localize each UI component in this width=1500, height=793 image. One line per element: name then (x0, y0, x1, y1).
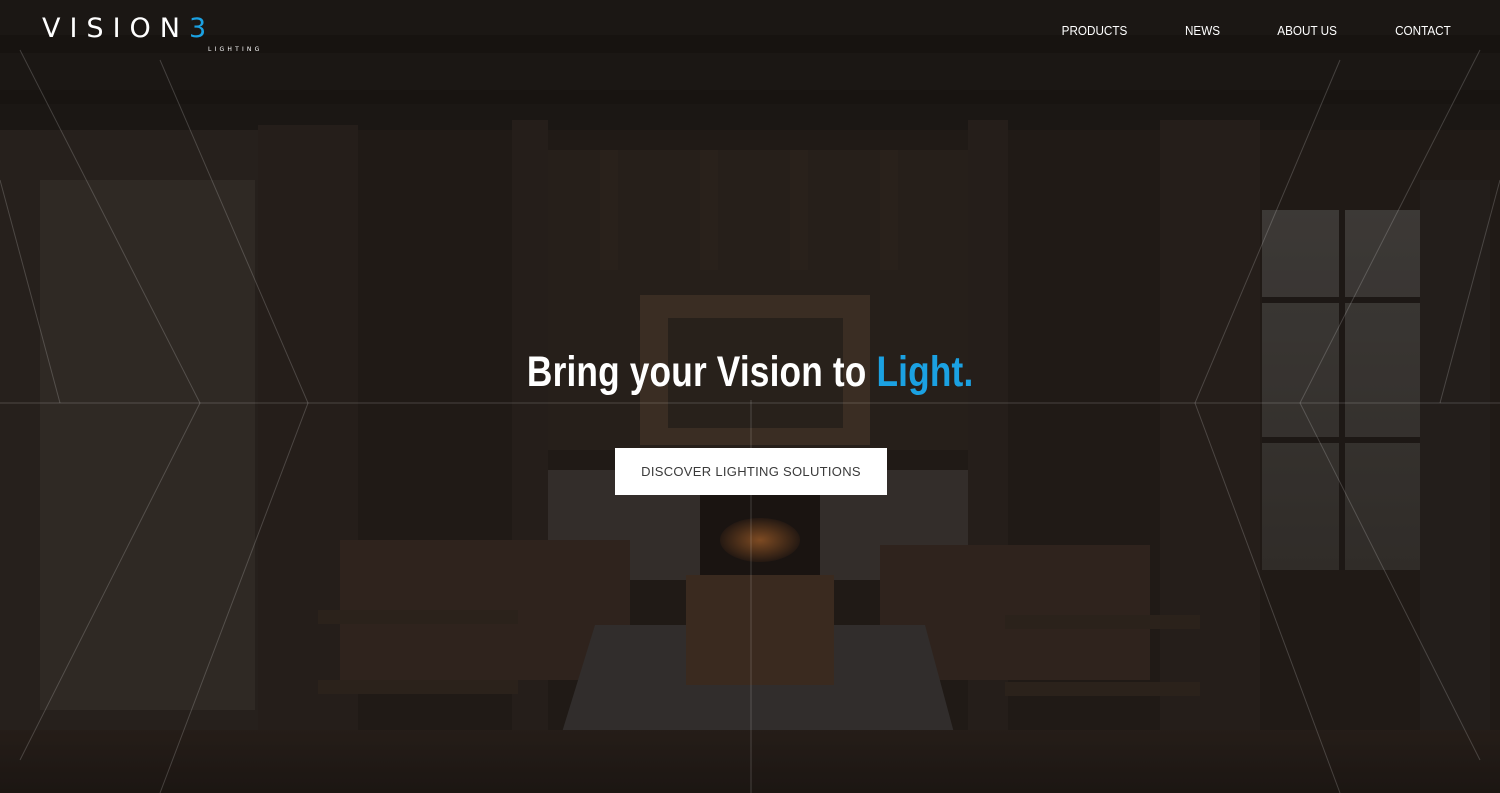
nav-item-about-us[interactable]: ABOUT US (1277, 22, 1337, 40)
top-navigation-bar: VISION3 LIGHTING PRODUCTS NEWS ABOUT US … (0, 0, 1500, 62)
hero-section: VISION3 LIGHTING PRODUCTS NEWS ABOUT US … (0, 0, 1500, 793)
logo-subtitle: LIGHTING (208, 46, 263, 53)
logo-number: 3 (188, 13, 207, 44)
headline-main: Bring your Vision to (526, 348, 877, 396)
nav-item-contact[interactable]: CONTACT (1395, 22, 1451, 40)
nav-item-products[interactable]: PRODUCTS (1062, 22, 1128, 40)
vision3-logo[interactable]: VISION3 LIGHTING (42, 14, 259, 54)
main-nav: PRODUCTS NEWS ABOUT US CONTACT (1006, 22, 1454, 40)
hero-headline: Bring your Vision to Light. (135, 346, 1365, 398)
discover-lighting-solutions-button[interactable]: DISCOVER LIGHTING SOLUTIONS (615, 448, 887, 495)
logo-wordmark: VISION3 (42, 14, 206, 44)
headline-accent: Light. (876, 348, 974, 396)
nav-item-news[interactable]: NEWS (1185, 22, 1220, 40)
logo-word: VISION (42, 13, 189, 44)
